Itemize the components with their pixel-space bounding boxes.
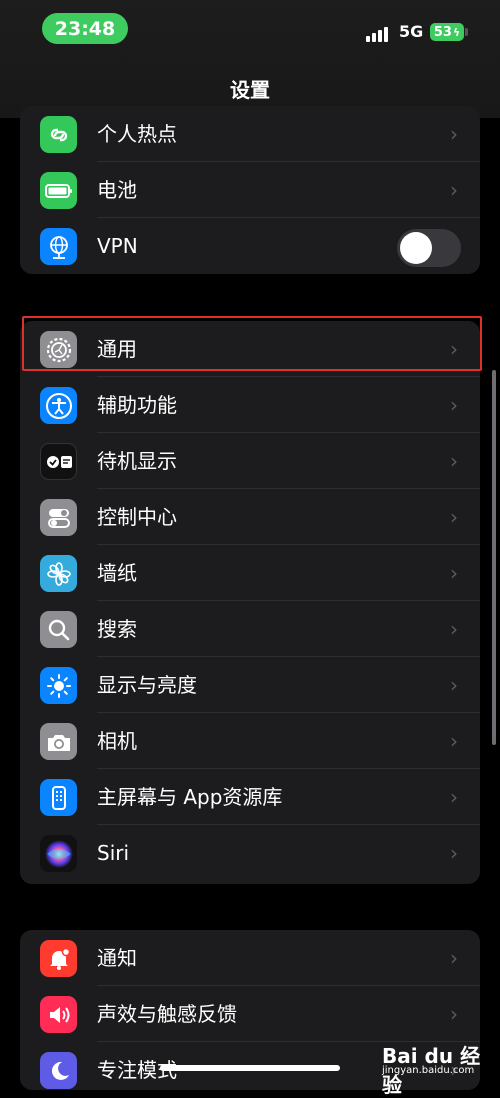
chevron-right-icon: › xyxy=(450,946,458,970)
chevron-right-icon: › xyxy=(450,1002,458,1026)
chevron-right-icon: › xyxy=(450,393,458,417)
battery-cap xyxy=(465,28,468,36)
row-notifications[interactable]: 通知 › xyxy=(20,930,480,986)
row-label: VPN xyxy=(97,234,138,258)
row-display-brightness[interactable]: 显示与亮度 › xyxy=(20,657,480,713)
toggle-knob xyxy=(400,232,432,264)
watermark-url: jingyan.baidu.com xyxy=(382,1065,475,1076)
chevron-right-icon: › xyxy=(450,561,458,585)
accessibility-icon xyxy=(40,387,77,424)
row-label: 主屏幕与 App资源库 xyxy=(97,785,283,809)
row-label: 通知 xyxy=(97,946,137,970)
row-standby[interactable]: 待机显示 › xyxy=(20,433,480,489)
siri-icon xyxy=(40,835,77,872)
settings-group-connectivity: 个人热点 › 电池 › VPN xyxy=(20,106,480,274)
row-siri[interactable]: Siri › xyxy=(20,825,480,881)
row-sounds-haptics[interactable]: 声效与触感反馈 › xyxy=(20,986,480,1042)
row-camera[interactable]: 相机 › xyxy=(20,713,480,769)
row-battery[interactable]: 电池 › xyxy=(20,162,480,218)
row-label: 待机显示 xyxy=(97,449,177,473)
vpn-globe-icon xyxy=(40,228,77,265)
row-label: 控制中心 xyxy=(97,505,177,529)
search-icon xyxy=(40,611,77,648)
settings-group-general: 通用 › 辅助功能 › 待机显示 › 控制中心 › 墙纸 › 搜索 › 显示与亮… xyxy=(20,321,480,884)
chevron-right-icon: › xyxy=(450,505,458,529)
row-label: 显示与亮度 xyxy=(97,673,197,697)
status-bar: 23:48 5G 53 ϟ 设置 xyxy=(0,0,500,118)
highlight-box xyxy=(22,316,482,371)
row-label: 搜索 xyxy=(97,617,137,641)
focus-moon-icon xyxy=(40,1052,77,1089)
row-accessibility[interactable]: 辅助功能 › xyxy=(20,377,480,433)
chevron-right-icon: › xyxy=(450,729,458,753)
battery-indicator: 53 ϟ xyxy=(430,23,464,41)
chevron-right-icon: › xyxy=(450,785,458,809)
row-vpn[interactable]: VPN xyxy=(20,218,480,274)
chevron-right-icon: › xyxy=(450,178,458,202)
battery-icon xyxy=(40,172,77,209)
control-center-icon xyxy=(40,499,77,536)
standby-icon xyxy=(40,443,77,480)
wallpaper-flower-icon xyxy=(40,555,77,592)
charging-bolt-icon: ϟ xyxy=(452,25,461,39)
chevron-right-icon: › xyxy=(450,449,458,473)
hotspot-icon xyxy=(40,116,77,153)
scroll-indicator[interactable] xyxy=(492,370,496,745)
home-screen-icon xyxy=(40,779,77,816)
chevron-right-icon: › xyxy=(450,841,458,865)
watermark-logo: Bai du 经验 jingyan.baidu.com xyxy=(382,1040,492,1097)
notification-bell-icon xyxy=(40,940,77,977)
row-search[interactable]: 搜索 › xyxy=(20,601,480,657)
home-indicator[interactable] xyxy=(160,1065,340,1071)
brightness-icon xyxy=(40,667,77,704)
camera-icon xyxy=(40,723,77,760)
row-label: 声效与触感反馈 xyxy=(97,1002,237,1026)
battery-level: 53 xyxy=(433,24,452,40)
chevron-right-icon: › xyxy=(450,122,458,146)
vpn-toggle[interactable] xyxy=(397,229,461,267)
row-label: 电池 xyxy=(97,178,137,202)
page-title: 设置 xyxy=(230,78,270,102)
chevron-right-icon: › xyxy=(450,673,458,697)
row-label: 辅助功能 xyxy=(97,393,177,417)
row-label: Siri xyxy=(97,841,130,865)
cellular-signal-icon xyxy=(366,24,392,42)
row-home-screen-app-library[interactable]: 主屏幕与 App资源库 › xyxy=(20,769,480,825)
row-label: 个人热点 xyxy=(97,122,177,146)
chevron-right-icon: › xyxy=(450,617,458,641)
row-label: 相机 xyxy=(97,729,137,753)
network-type: 5G xyxy=(399,22,424,41)
sound-speaker-icon xyxy=(40,996,77,1033)
row-control-center[interactable]: 控制中心 › xyxy=(20,489,480,545)
row-wallpaper[interactable]: 墙纸 › xyxy=(20,545,480,601)
status-time[interactable]: 23:48 xyxy=(42,13,128,44)
row-label: 墙纸 xyxy=(97,561,137,585)
row-personal-hotspot[interactable]: 个人热点 › xyxy=(20,106,480,162)
